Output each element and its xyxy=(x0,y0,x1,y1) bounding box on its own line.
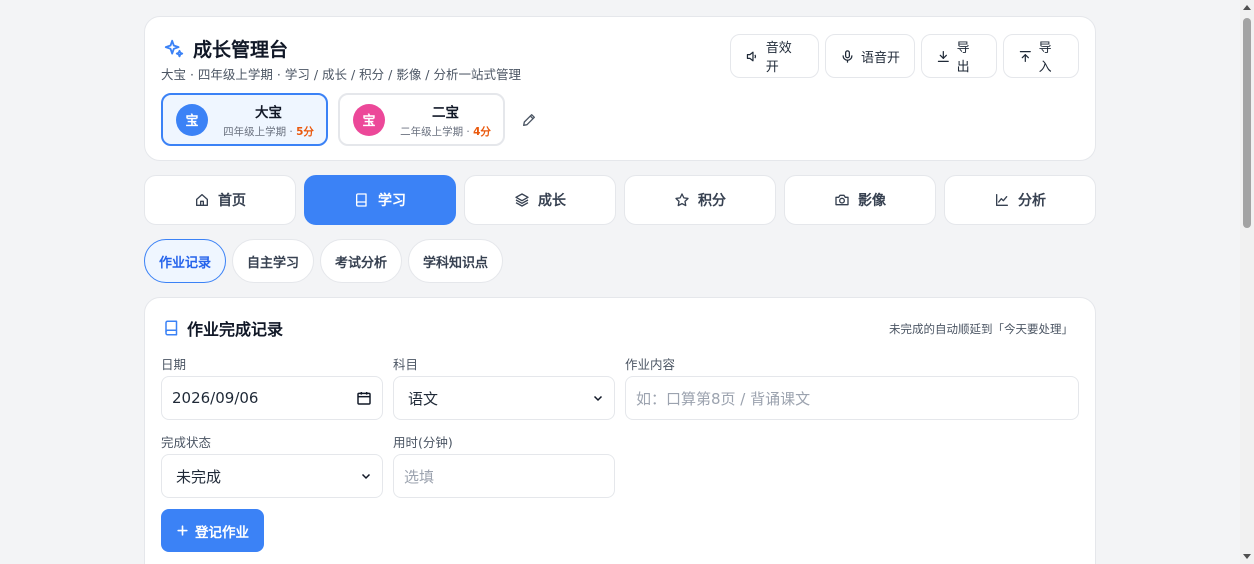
kid-switcher: 宝 大宝 四年级上学期 · 5分 宝 二宝 二年级上学期 · 4分 xyxy=(161,93,537,146)
kid-meta: 二年级上学期 · 4分 xyxy=(400,124,491,139)
pencil-icon[interactable] xyxy=(521,112,537,128)
tab-label: 学习 xyxy=(378,193,406,209)
chart-icon xyxy=(996,194,1008,206)
date-input[interactable]: 2026/09/06 xyxy=(161,376,383,420)
scrollbar[interactable] xyxy=(1240,0,1254,564)
subtab-knowledge-points[interactable]: 学科知识点 xyxy=(408,239,504,283)
brand: 成长管理台 xyxy=(163,35,288,62)
sound-toggle-label: 音效开 xyxy=(765,41,792,75)
content-input[interactable]: 如：口算第8页 / 背诵课文 xyxy=(625,376,1079,420)
export-label: 导出 xyxy=(956,41,970,75)
microphone-icon xyxy=(842,49,853,63)
sound-toggle-button[interactable]: 音效开 xyxy=(730,34,819,78)
status-value: 未完成 xyxy=(176,467,222,486)
kid-score: 5分 xyxy=(296,125,314,138)
subject-label: 科目 xyxy=(393,357,419,372)
app-title: 成长管理台 xyxy=(193,39,289,61)
tab-home[interactable]: 首页 xyxy=(144,175,296,225)
chevron-down-icon xyxy=(593,395,603,402)
status-label: 完成状态 xyxy=(161,435,212,450)
camera-icon xyxy=(835,194,849,206)
top-actions: 音效开 语音开 导出 导入 xyxy=(730,34,1079,78)
content-label: 作业内容 xyxy=(625,357,676,372)
tab-study[interactable]: 学习 xyxy=(304,175,456,225)
duration-input[interactable]: 选填 xyxy=(393,454,615,498)
book-icon xyxy=(356,193,367,207)
form-title-text: 作业完成记录 xyxy=(187,320,284,339)
scroll-thumb[interactable] xyxy=(1243,18,1251,228)
kid-meta: 四年级上学期 · 5分 xyxy=(223,124,314,139)
subtab-exam-analysis[interactable]: 考试分析 xyxy=(320,239,403,283)
kid-card-dabao[interactable]: 宝 大宝 四年级上学期 · 5分 xyxy=(161,93,328,146)
subject-value: 语文 xyxy=(408,389,439,408)
main-tabs: 首页 学习 成长 积分 影像 分析 xyxy=(144,175,1096,225)
plus-icon xyxy=(177,525,188,536)
kid-score: 4分 xyxy=(473,125,491,138)
kid-name: 二宝 xyxy=(432,104,459,121)
kid-grade: 二年级上学期 · xyxy=(400,125,474,138)
import-button[interactable]: 导入 xyxy=(1003,34,1079,78)
tab-label: 首页 xyxy=(218,193,246,209)
chevron-down-icon xyxy=(361,473,371,480)
app-subtitle: 大宝 · 四年级上学期 · 学习 / 成长 / 积分 / 影像 / 分析一站式管… xyxy=(161,67,521,82)
scroll-up-arrow[interactable] xyxy=(1243,5,1251,10)
register-homework-label: 登记作业 xyxy=(195,524,249,541)
tab-points[interactable]: 积分 xyxy=(624,175,776,225)
kid-name: 大宝 xyxy=(255,104,282,121)
tab-label: 成长 xyxy=(538,193,566,209)
download-icon xyxy=(937,50,949,62)
register-homework-button[interactable]: 登记作业 xyxy=(161,509,264,552)
layers-icon xyxy=(515,193,529,207)
scroll-down-arrow[interactable] xyxy=(1243,554,1251,559)
book-icon xyxy=(165,320,178,336)
voice-toggle-label: 语音开 xyxy=(861,50,901,66)
speaker-icon xyxy=(746,51,757,61)
sub-tabs: 作业记录 自主学习 考试分析 学科知识点 xyxy=(144,239,504,283)
tab-growth[interactable]: 成长 xyxy=(464,175,616,225)
form-title: 作业完成记录 xyxy=(163,316,283,340)
import-label: 导入 xyxy=(1038,41,1052,75)
calendar-icon[interactable] xyxy=(356,390,372,406)
kid-card-erbao[interactable]: 宝 二宝 二年级上学期 · 4分 xyxy=(338,93,505,146)
star-icon xyxy=(675,193,689,207)
tab-analysis[interactable]: 分析 xyxy=(944,175,1096,225)
kid-grade: 四年级上学期 · xyxy=(223,125,297,138)
duration-label: 用时(分钟) xyxy=(393,435,453,450)
upload-icon xyxy=(1019,50,1031,62)
home-icon xyxy=(196,194,208,206)
tab-media[interactable]: 影像 xyxy=(784,175,936,225)
tab-label: 积分 xyxy=(698,193,726,209)
tab-label: 影像 xyxy=(858,193,886,209)
date-label: 日期 xyxy=(161,357,187,372)
form-note: 未完成的自动顺延到「今天要处理」 xyxy=(889,322,1073,336)
tab-label: 分析 xyxy=(1018,193,1046,209)
avatar: 宝 xyxy=(176,103,208,136)
export-button[interactable]: 导出 xyxy=(921,34,997,78)
status-select[interactable]: 未完成 xyxy=(161,454,383,498)
sparkle-icon xyxy=(164,39,184,57)
voice-toggle-button[interactable]: 语音开 xyxy=(825,34,915,78)
subtab-homework[interactable]: 作业记录 xyxy=(144,239,227,283)
header-card: 成长管理台 大宝 · 四年级上学期 · 学习 / 成长 / 积分 / 影像 / … xyxy=(144,16,1096,161)
date-value: 2026/09/06 xyxy=(172,389,259,407)
avatar: 宝 xyxy=(353,103,385,136)
subject-select[interactable]: 语文 xyxy=(393,376,615,420)
homework-form-card: 作业完成记录 未完成的自动顺延到「今天要处理」 日期 2026/09/06 科目… xyxy=(144,297,1096,564)
subtab-self-study[interactable]: 自主学习 xyxy=(232,239,315,283)
